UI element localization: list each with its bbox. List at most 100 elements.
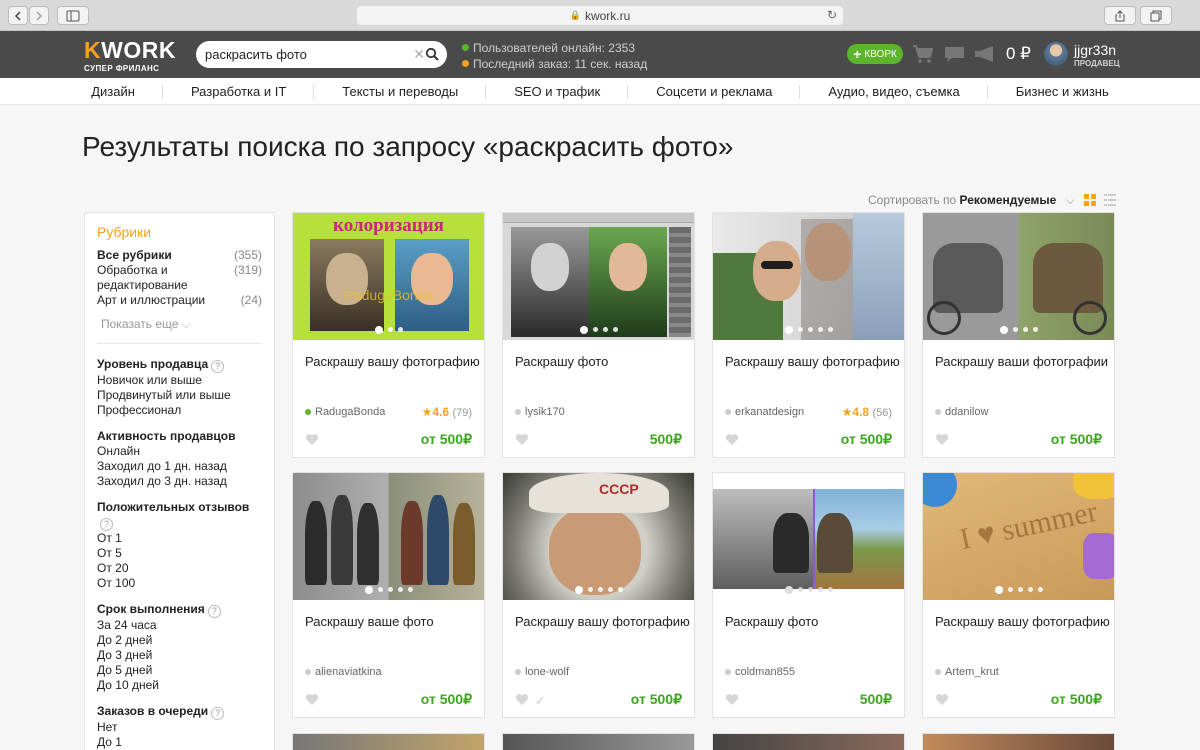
nav-social[interactable]: Соцсети и реклама xyxy=(628,78,801,104)
card-title[interactable]: Раскрашу ваше фото xyxy=(305,614,434,629)
card-seller[interactable]: Artem_krut xyxy=(935,666,999,678)
filter-option[interactable]: Продвинутый или выше xyxy=(97,388,262,403)
rubric-all[interactable]: Все рубрики (355) xyxy=(97,248,262,263)
card-image[interactable] xyxy=(923,213,1114,340)
card-image[interactable] xyxy=(713,473,904,600)
reload-icon[interactable]: ↻ xyxy=(827,8,837,22)
nav-texts[interactable]: Тексты и переводы xyxy=(314,78,487,104)
carousel-dots[interactable] xyxy=(293,586,484,594)
carousel-dots[interactable] xyxy=(503,326,694,334)
kwork-card[interactable]: Раскрашу ваше фото alienaviatkina от 500… xyxy=(292,472,485,718)
address-bar[interactable]: 🔒 kwork.ru ↻ xyxy=(357,6,843,25)
carousel-dots[interactable] xyxy=(293,326,484,334)
card-image[interactable]: СССР xyxy=(503,473,694,600)
avatar[interactable] xyxy=(1044,42,1068,66)
help-icon[interactable]: ? xyxy=(211,707,225,720)
card-image[interactable]: колоризация RadugaBonda xyxy=(293,213,484,340)
filter-option[interactable]: Онлайн xyxy=(97,444,262,459)
heart-icon[interactable] xyxy=(305,693,319,706)
search-icon[interactable] xyxy=(425,47,439,61)
filter-option[interactable]: До 3 дней xyxy=(97,648,262,663)
add-kwork-button[interactable]: + КВОРК xyxy=(847,44,903,64)
heart-icon[interactable] xyxy=(515,693,529,706)
filter-option[interactable]: От 20 xyxy=(97,561,262,576)
card-title[interactable]: Раскрашу фото xyxy=(725,614,818,629)
kwork-card[interactable]: Раскрашу фото lysik170 500₽ xyxy=(502,212,695,458)
card-seller[interactable]: lysik170 xyxy=(515,406,565,418)
heart-icon[interactable] xyxy=(725,433,739,446)
grid-view-icon[interactable] xyxy=(1084,194,1096,206)
filter-option[interactable]: До 5 дней xyxy=(97,663,262,678)
filter-option[interactable]: От 1 xyxy=(97,531,262,546)
card-title[interactable]: Раскрашу вашу фотографию xyxy=(305,354,480,369)
card-title[interactable]: Раскрашу вашу фотографию xyxy=(725,354,900,369)
carousel-dots[interactable] xyxy=(713,586,904,594)
heart-icon[interactable] xyxy=(515,433,529,446)
kwork-card-partial[interactable] xyxy=(502,733,695,750)
tabs-button[interactable] xyxy=(1140,6,1172,25)
kwork-logo[interactable]: KWORK xyxy=(84,38,176,62)
kwork-card[interactable]: СССР Раскрашу вашу фотографию lone-wolf … xyxy=(502,472,695,718)
carousel-dots[interactable] xyxy=(713,326,904,334)
heart-icon[interactable] xyxy=(935,433,949,446)
help-icon[interactable]: ? xyxy=(211,360,225,373)
kwork-card-partial[interactable] xyxy=(292,733,485,750)
kwork-card[interactable]: колоризация RadugaBonda Раскрашу вашу фо… xyxy=(292,212,485,458)
cart-icon[interactable] xyxy=(912,44,934,64)
card-seller[interactable]: alienaviatkina xyxy=(305,666,382,678)
nav-development[interactable]: Разработка и IT xyxy=(163,78,315,104)
share-button[interactable] xyxy=(1104,6,1136,25)
sort-dropdown[interactable]: Сортировать по Рекомендуемые ⌵ xyxy=(868,193,1075,208)
back-button[interactable] xyxy=(8,6,28,25)
filter-option[interactable]: До 10 дней xyxy=(97,678,262,693)
nav-seo[interactable]: SEO и трафик xyxy=(486,78,629,104)
card-image[interactable] xyxy=(713,213,904,340)
nav-business[interactable]: Бизнес и жизнь xyxy=(988,78,1137,104)
filter-option[interactable]: Профессионал xyxy=(97,403,262,418)
card-seller[interactable]: RadugaBonda xyxy=(305,406,385,418)
help-icon[interactable]: ? xyxy=(100,518,113,531)
card-seller[interactable]: ddanilow xyxy=(935,406,988,418)
username[interactable]: jjgr33n xyxy=(1074,42,1116,58)
filter-option[interactable]: От 5 xyxy=(97,546,262,561)
card-image[interactable] xyxy=(503,213,694,340)
rubric-editing[interactable]: Обработка и редактирование (319) xyxy=(97,263,262,293)
balance-text[interactable]: 0 ₽ xyxy=(1006,44,1031,64)
carousel-dots[interactable] xyxy=(923,586,1114,594)
filter-option[interactable]: Нет xyxy=(97,720,262,735)
carousel-dots[interactable] xyxy=(503,586,694,594)
forward-button[interactable] xyxy=(29,6,49,25)
filter-option[interactable]: За 24 часа xyxy=(97,618,262,633)
card-seller[interactable]: erkanatdesign xyxy=(725,406,804,418)
kwork-card[interactable]: Раскрашу фото coldman855 500₽ xyxy=(712,472,905,718)
card-seller[interactable]: lone-wolf xyxy=(515,666,569,678)
heart-icon[interactable] xyxy=(305,433,319,446)
clear-icon[interactable]: ✕ xyxy=(413,46,425,63)
sidebar-toggle-button[interactable] xyxy=(57,6,89,25)
messages-icon[interactable] xyxy=(944,46,965,63)
kwork-card[interactable]: Раскрашу ваши фотографии ddanilow от 500… xyxy=(922,212,1115,458)
card-image[interactable]: I ♥ summer xyxy=(923,473,1114,600)
list-view-icon[interactable] xyxy=(1104,194,1116,206)
filter-option[interactable]: Заходил до 1 дн. назад xyxy=(97,459,262,474)
kwork-card[interactable]: Раскрашу вашу фотографию erkanatdesign ★… xyxy=(712,212,905,458)
kwork-card[interactable]: I ♥ summer Раскрашу вашу фотографию Arte… xyxy=(922,472,1115,718)
nav-audio-video[interactable]: Аудио, видео, съемка xyxy=(800,78,989,104)
help-icon[interactable]: ? xyxy=(207,605,221,618)
carousel-dots[interactable] xyxy=(923,326,1114,334)
filter-option[interactable]: Новичок или выше xyxy=(97,373,262,388)
card-title[interactable]: Раскрашу фото xyxy=(515,354,608,369)
card-title[interactable]: Раскрашу вашу фотографию xyxy=(515,614,690,629)
card-seller[interactable]: coldman855 xyxy=(725,666,795,678)
heart-icon[interactable] xyxy=(935,693,949,706)
rubric-art[interactable]: Арт и иллюстрации (24) xyxy=(97,293,262,308)
filter-option[interactable]: До 2 дней xyxy=(97,633,262,648)
kwork-card-partial[interactable] xyxy=(922,733,1115,750)
filter-option[interactable]: От 100 xyxy=(97,576,262,591)
card-title[interactable]: Раскрашу вашу фотографию xyxy=(935,614,1110,629)
filter-option[interactable]: До 1 xyxy=(97,735,262,750)
show-more-link[interactable]: Показать еще ⌵ xyxy=(101,317,262,332)
notifications-icon[interactable] xyxy=(974,45,996,63)
filter-option[interactable]: Заходил до 3 дн. назад xyxy=(97,474,262,489)
heart-icon[interactable] xyxy=(725,693,739,706)
